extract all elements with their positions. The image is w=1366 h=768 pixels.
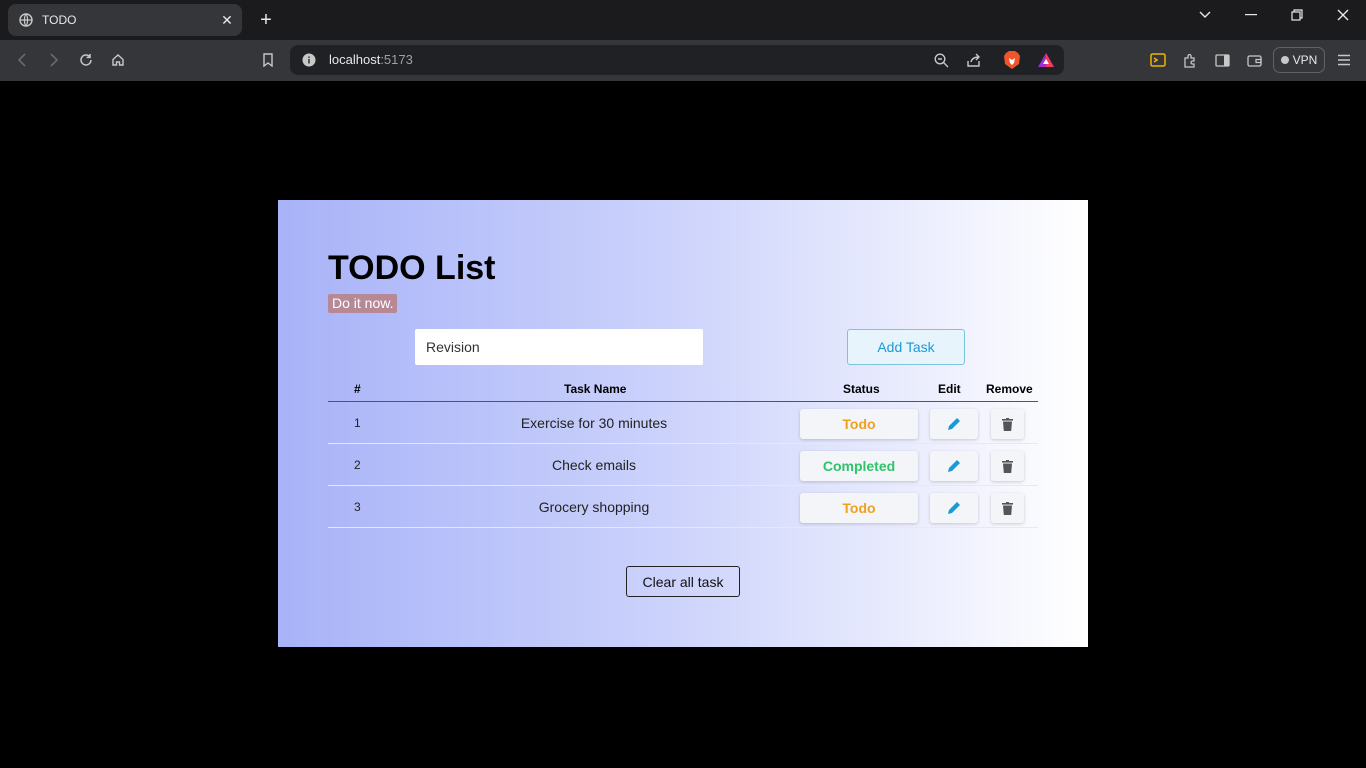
sidebar-icon[interactable] [1211,49,1233,71]
wallet-icon[interactable] [1243,49,1265,71]
site-info-icon[interactable] [300,51,318,69]
task-name: Grocery shopping [538,499,650,515]
pencil-icon [948,418,960,430]
bookmark-icon[interactable] [257,49,279,71]
close-window-icon[interactable] [1320,0,1366,30]
url-text[interactable]: localhost:5173 [329,52,413,67]
pencil-icon [948,460,960,472]
delete-button[interactable] [991,409,1024,439]
table-row: 3 Grocery shopping Todo [328,486,1038,528]
status-button[interactable]: Todo [800,493,918,523]
pencil-icon [948,502,960,514]
task-number: 3 [354,500,361,514]
tagline-badge: Do it now. [328,294,398,313]
minimize-icon[interactable] [1228,0,1274,30]
status-button[interactable]: Todo [800,409,918,439]
back-icon[interactable] [11,49,33,71]
tab-search-icon[interactable] [1182,0,1228,30]
extensions-icon[interactable] [1179,49,1201,71]
clear-all-button[interactable]: Clear all task [626,566,740,597]
column-header-num: # [354,382,361,396]
vpn-button[interactable]: VPN [1273,47,1325,73]
delete-button[interactable] [991,451,1024,481]
cast-icon[interactable] [1147,49,1169,71]
edit-button[interactable] [930,493,978,523]
close-tab-icon[interactable]: ✕ [217,10,237,30]
vpn-status-icon [1280,56,1289,64]
brave-shields-icon[interactable] [1001,49,1023,71]
page-title: TODO List [328,249,496,287]
zoom-icon[interactable] [930,49,952,71]
new-tab-icon[interactable]: + [255,9,277,31]
brave-rewards-icon[interactable] [1035,49,1057,71]
trash-icon [1002,459,1013,473]
column-header-remove: Remove [986,382,1033,396]
task-name: Check emails [551,457,637,473]
column-header-edit: Edit [938,382,961,396]
table-row: 1 Exercise for 30 minutes Todo [328,402,1038,444]
task-name: Exercise for 30 minutes [520,415,668,431]
reload-icon[interactable] [75,49,97,71]
browser-tab[interactable]: TODO ✕ [8,4,242,36]
task-table: # Task Name Status Edit Remove 1 Exercis… [328,379,1038,528]
task-number: 1 [354,416,361,430]
status-button[interactable]: Completed [800,451,918,481]
column-header-status: Status [843,382,880,396]
tab-title: TODO [42,13,77,27]
trash-icon [1002,417,1013,431]
forward-icon[interactable] [43,49,65,71]
restore-icon[interactable] [1274,0,1320,30]
home-icon[interactable] [107,49,129,71]
menu-icon[interactable] [1333,49,1355,71]
edit-button[interactable] [930,451,978,481]
add-task-button[interactable]: Add Task [847,329,965,365]
task-input[interactable]: Revision [415,329,703,365]
task-number: 2 [354,458,361,472]
todo-app-card: TODO List Do it now. Revision Add Task #… [278,200,1088,647]
share-icon[interactable] [962,49,984,71]
trash-icon [1002,501,1013,515]
table-header: # Task Name Status Edit Remove [328,379,1038,402]
edit-button[interactable] [930,409,978,439]
table-row: 2 Check emails Completed [328,444,1038,486]
globe-icon [19,13,33,27]
column-header-name: Task Name [564,382,627,396]
delete-button[interactable] [991,493,1024,523]
browser-tab-bar: TODO ✕ + [0,0,1366,40]
